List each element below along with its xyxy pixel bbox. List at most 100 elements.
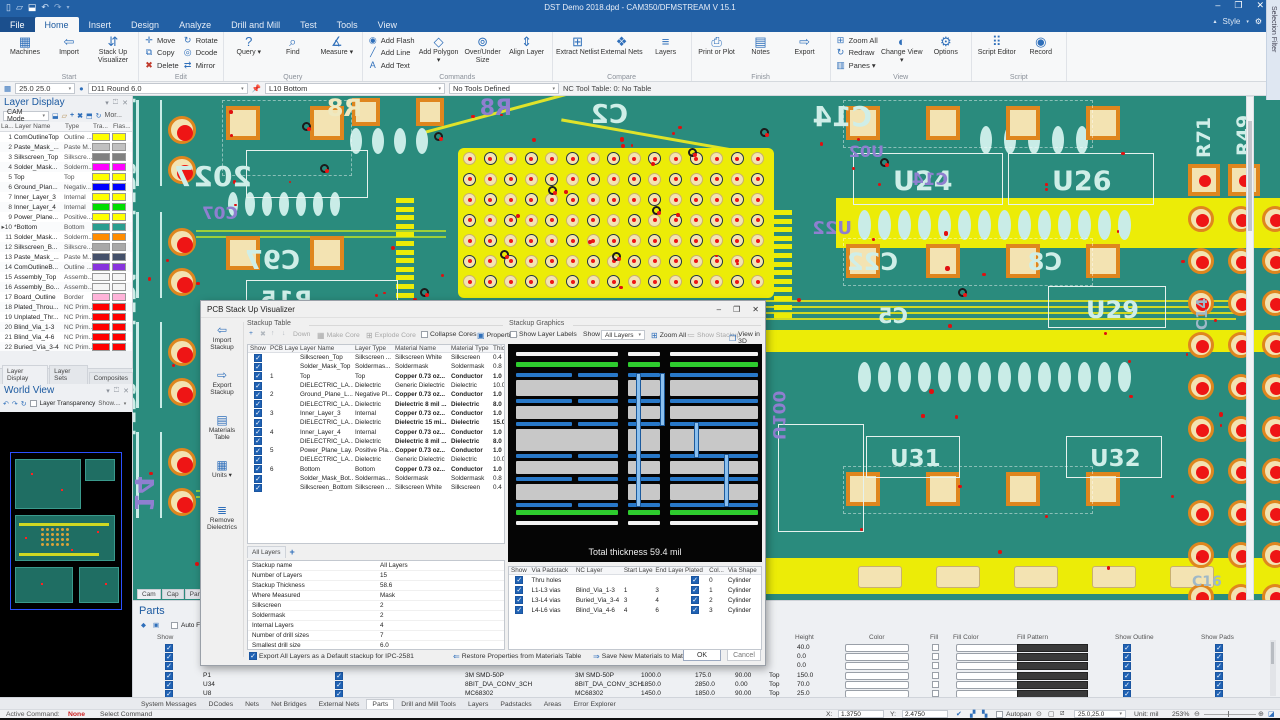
layer-flash-swatch[interactable] bbox=[112, 293, 126, 301]
restore-properties-button[interactable]: ⇐Restore Properties from Materials Table bbox=[453, 652, 581, 661]
stackup-row[interactable]: ✓DIELECTRIC_LA...DielectricGeneric Diele… bbox=[248, 381, 504, 390]
layer-color-swatch[interactable] bbox=[92, 153, 110, 161]
layer-color-swatch[interactable] bbox=[92, 233, 110, 241]
menu-tab-analyze[interactable]: Analyze bbox=[169, 17, 221, 32]
rotate-ccw-icon[interactable]: ↶ bbox=[3, 400, 9, 408]
layer-color-swatch[interactable] bbox=[92, 173, 110, 181]
layer-flash-swatch[interactable] bbox=[112, 193, 126, 201]
maximize-button[interactable]: ❐ bbox=[1234, 0, 1242, 11]
snap-icon[interactable]: ▞ bbox=[970, 710, 975, 718]
collapse-cores-checkbox[interactable]: Collapse Cores bbox=[421, 331, 476, 338]
collapse-cores-box[interactable] bbox=[421, 331, 428, 338]
via-row[interactable]: ✓L4-L6 viasBlind_Via_4-646✓3Cylinder bbox=[509, 605, 761, 615]
dock-tab-layer-display[interactable]: Layer Display bbox=[2, 365, 48, 384]
menu-tab-file[interactable]: File bbox=[0, 17, 35, 32]
stackup-row[interactable]: ✓DIELECTRIC_LA...DielectricDielectric 8 … bbox=[248, 437, 504, 446]
layer-row[interactable]: 22Buried_Via_3-4NC Prim... bbox=[0, 342, 132, 351]
part-fill-color-swatch[interactable] bbox=[956, 672, 1020, 680]
stackup-row[interactable]: ✓Silkscreen_TopSilkscreen ...Silkscreen … bbox=[248, 353, 504, 362]
stackup-show-checkbox[interactable]: ✓ bbox=[254, 475, 262, 483]
ribbon-button-print-or-plot[interactable]: ⎙Print or Plot bbox=[695, 33, 739, 72]
stackup-row[interactable]: ✓DIELECTRIC_LA...DielectricDielectric 8 … bbox=[248, 399, 504, 408]
ribbon-button-stack-up-visualizer[interactable]: ⇵Stack Up Visualizer bbox=[91, 33, 135, 72]
stackup-show-checkbox[interactable]: ✓ bbox=[254, 372, 262, 380]
part-show-outline-checkbox[interactable]: ✓ bbox=[1123, 672, 1131, 680]
layer-flash-swatch[interactable] bbox=[112, 163, 126, 171]
layer-row[interactable]: 8Inner_Layer_4Internal bbox=[0, 202, 132, 212]
layer-flash-swatch[interactable] bbox=[112, 273, 126, 281]
stackup-show-checkbox[interactable]: ✓ bbox=[254, 447, 262, 455]
ribbon-button-import[interactable]: ⇦Import bbox=[47, 33, 91, 72]
apply-coords-icon[interactable]: ✔ bbox=[956, 710, 962, 718]
ribbon-button-add-line[interactable]: ╱Add Line bbox=[368, 47, 415, 59]
ribbon-button-external-nets[interactable]: ❖External Nets bbox=[600, 33, 644, 72]
layer-color-swatch[interactable] bbox=[92, 213, 110, 221]
dialog-minimize-icon[interactable]: – bbox=[717, 305, 721, 314]
stackup-show-checkbox[interactable]: ✓ bbox=[254, 391, 262, 399]
stackup-row[interactable]: ✓5Power_Plane_Lay...Positive Pla...Coppe… bbox=[248, 446, 504, 455]
layer-row[interactable]: 13Paste_Mask_...Paste M... bbox=[0, 252, 132, 262]
layer-flash-swatch[interactable] bbox=[112, 233, 126, 241]
part-fill-color-swatch[interactable] bbox=[956, 644, 1020, 652]
stackup-row[interactable]: ✓1TopTopCopper 0.73 oz...Conductor1.0 bbox=[248, 372, 504, 381]
ribbon-button-dcode[interactable]: ◎Dcode bbox=[183, 47, 218, 59]
stackup-show-checkbox[interactable]: ✓ bbox=[254, 456, 262, 464]
layer-flash-swatch[interactable] bbox=[112, 253, 126, 261]
stackup-row[interactable]: ✓Solder_Mask_TopSoldermas...SoldermaskSo… bbox=[248, 362, 504, 371]
y-coordinate-field[interactable]: 2.4750 bbox=[902, 710, 948, 718]
part-show-checkbox[interactable]: ✓ bbox=[165, 672, 173, 680]
stackup-show-checkbox[interactable]: ✓ bbox=[254, 400, 262, 408]
layer-flash-swatch[interactable] bbox=[112, 213, 126, 221]
layer-color-swatch[interactable] bbox=[92, 293, 110, 301]
parts-frame-icon[interactable]: ▣ bbox=[153, 621, 159, 629]
layer-flash-swatch[interactable] bbox=[112, 153, 126, 161]
ortho-icon[interactable]: ▚ bbox=[982, 710, 987, 718]
part-fill-color-swatch[interactable] bbox=[956, 681, 1020, 689]
ribbon-button-extract-netlist[interactable]: ⊞Extract Netlist bbox=[556, 33, 600, 72]
add-sheet-icon[interactable]: + bbox=[290, 547, 295, 557]
ribbon-button-options[interactable]: ⚙Options bbox=[924, 33, 968, 72]
zoom-out-icon[interactable]: ⊖ bbox=[1194, 710, 1200, 718]
stackup-show-checkbox[interactable]: ✓ bbox=[254, 419, 262, 427]
layer-row[interactable]: 17Board_OutlineBorder bbox=[0, 292, 132, 302]
ribbon-button-record[interactable]: ◉Record bbox=[1019, 33, 1063, 72]
layer-color-swatch[interactable] bbox=[92, 263, 110, 271]
refresh-layers-icon[interactable]: ↻ bbox=[96, 112, 102, 120]
stackup-row[interactable]: ✓2Ground_Plane_L...Negative Pl...Copper … bbox=[248, 390, 504, 399]
part-fill-color-swatch[interactable] bbox=[956, 662, 1020, 670]
part-select-checkbox[interactable]: ✓ bbox=[335, 672, 343, 680]
move-up-icon[interactable]: ↑ bbox=[271, 330, 274, 337]
layer-row[interactable]: 21Blind_Via_4-6NC Prim... bbox=[0, 332, 132, 342]
ribbon-button-move[interactable]: ✛Move bbox=[144, 34, 179, 46]
layer-row[interactable]: 12Silkscreen_B...Silkscre... bbox=[0, 242, 132, 252]
make-core-button[interactable]: ▦Make Core bbox=[317, 331, 360, 340]
layer-row[interactable]: 9Power_Plane...Positive... bbox=[0, 212, 132, 222]
part-fill-pattern[interactable] bbox=[1017, 644, 1088, 652]
part-show-pads-checkbox[interactable]: ✓ bbox=[1215, 662, 1223, 670]
part-show-checkbox[interactable]: ✓ bbox=[165, 644, 173, 652]
part-fill-pattern[interactable] bbox=[1017, 672, 1088, 680]
ribbon-button-find[interactable]: ⌕Find bbox=[271, 33, 315, 72]
part-color-swatch[interactable] bbox=[845, 653, 909, 661]
part-fill-checkbox[interactable] bbox=[932, 653, 939, 660]
part-select-checkbox[interactable]: ✓ bbox=[335, 681, 343, 689]
via-plated-checkbox[interactable]: ✓ bbox=[691, 576, 699, 584]
part-color-swatch[interactable] bbox=[845, 662, 909, 670]
save-icon[interactable]: ⬓ bbox=[28, 2, 37, 13]
via-plated-checkbox[interactable]: ✓ bbox=[691, 596, 699, 604]
layer-color-swatch[interactable] bbox=[92, 253, 110, 261]
part-show-outline-checkbox[interactable]: ✓ bbox=[1123, 662, 1131, 670]
stackup-show-checkbox[interactable]: ✓ bbox=[254, 484, 262, 492]
open-icon[interactable]: ▱ bbox=[16, 2, 23, 13]
rail-units-button[interactable]: ▦Units ▾ bbox=[204, 459, 240, 479]
ribbon-button-query[interactable]: ?Query ▾ bbox=[227, 33, 271, 72]
new-icon[interactable]: ▯ bbox=[6, 2, 11, 13]
layer-color-swatch[interactable] bbox=[92, 223, 110, 231]
remove-layer-icon[interactable]: ✖ bbox=[77, 112, 83, 120]
ribbon-button-machines[interactable]: ▦Machines bbox=[3, 33, 47, 72]
layer-color-swatch[interactable] bbox=[92, 183, 110, 191]
collapse-ribbon-icon[interactable]: ▴ bbox=[1214, 18, 1217, 25]
explode-core-button[interactable]: ⊞Explode Core bbox=[366, 331, 416, 340]
redo-icon[interactable]: ↷ bbox=[54, 2, 62, 13]
rail-remove-dielectrics-button[interactable]: ≣Remove Dielectrics bbox=[204, 504, 240, 531]
